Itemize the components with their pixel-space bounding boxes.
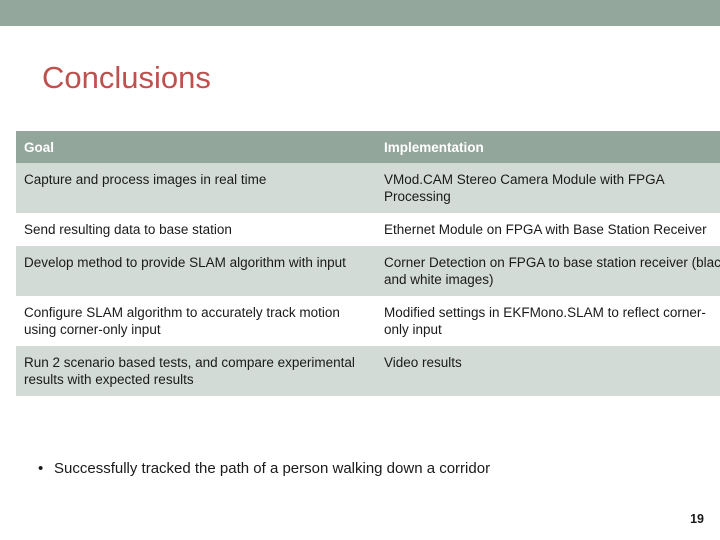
table-row: Capture and process images in real time … (16, 163, 720, 213)
column-header-implementation: Implementation (376, 131, 720, 163)
cell-goal: Send resulting data to base station (16, 213, 376, 246)
table-row: Send resulting data to base station Ethe… (16, 213, 720, 246)
cell-implementation: Ethernet Module on FPGA with Base Statio… (376, 213, 720, 246)
table-header-row: Goal Implementation (16, 131, 720, 163)
cell-implementation: VMod.CAM Stereo Camera Module with FPGA … (376, 163, 720, 213)
cell-goal: Configure SLAM algorithm to accurately t… (16, 296, 376, 346)
table-row: Run 2 scenario based tests, and compare … (16, 346, 720, 396)
cell-implementation: Video results (376, 346, 720, 396)
top-decorative-band (0, 0, 720, 26)
page-number: 19 (690, 512, 704, 526)
conclusions-table: Goal Implementation Capture and process … (16, 131, 720, 396)
column-header-goal: Goal (16, 131, 376, 163)
bullet-marker-icon: • (38, 460, 44, 477)
cell-goal: Capture and process images in real time (16, 163, 376, 213)
cell-goal: Run 2 scenario based tests, and compare … (16, 346, 376, 396)
table-row: Develop method to provide SLAM algorithm… (16, 246, 720, 296)
summary-bullet: • Successfully tracked the path of a per… (38, 459, 698, 479)
table-row: Configure SLAM algorithm to accurately t… (16, 296, 720, 346)
cell-goal: Develop method to provide SLAM algorithm… (16, 246, 376, 296)
cell-implementation: Corner Detection on FPGA to base station… (376, 246, 720, 296)
cell-implementation: Modified settings in EKFMono.SLAM to ref… (376, 296, 720, 346)
page-title: Conclusions (42, 60, 211, 95)
bullet-text: Successfully tracked the path of a perso… (54, 460, 491, 477)
